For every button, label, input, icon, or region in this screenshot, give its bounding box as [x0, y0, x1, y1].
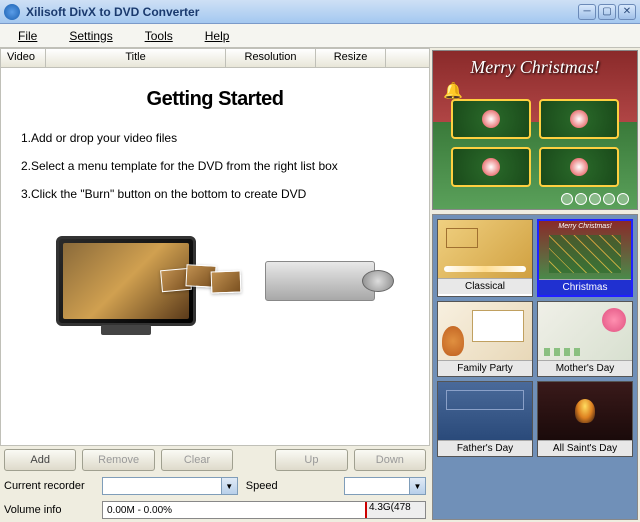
template-preview: Merry Christmas! 🔔	[432, 50, 638, 210]
step-3: 3.Click the "Burn" button on the bottom …	[21, 187, 409, 201]
getting-started-heading: Getting Started	[21, 88, 409, 111]
volume-row: Volume info 0.00M - 0.00% 4.3G(478	[0, 498, 430, 522]
up-button[interactable]: Up	[275, 449, 347, 471]
speed-combo[interactable]: ▼	[344, 477, 426, 495]
chevron-down-icon[interactable]: ▼	[409, 478, 425, 494]
volume-capacity-marker: 4.3G(478	[365, 502, 425, 518]
right-panel: Merry Christmas! 🔔 Classical	[430, 48, 640, 522]
preview-slot[interactable]	[539, 147, 619, 187]
preview-banner: Merry Christmas!	[441, 57, 629, 78]
step-1: 1.Add or drop your video files	[21, 131, 409, 145]
menu-file[interactable]: File	[8, 27, 47, 45]
clear-button[interactable]: Clear	[161, 449, 233, 471]
template-classical[interactable]: Classical	[437, 219, 533, 297]
recorder-row: Current recorder ▼ Speed ▼	[0, 474, 430, 498]
template-christmas[interactable]: Christmas	[537, 219, 633, 297]
nav-dot[interactable]	[603, 193, 615, 205]
template-label: Family Party	[438, 360, 532, 376]
recorder-label: Current recorder	[4, 480, 98, 492]
template-label: All Saint's Day	[538, 440, 632, 456]
col-resize[interactable]: Resize	[316, 49, 386, 67]
preview-nav	[561, 193, 629, 205]
titlebar: Xilisoft DivX to DVD Converter ─ ▢ ✕	[0, 0, 640, 24]
recorder-combo[interactable]: ▼	[102, 477, 238, 495]
menu-tools[interactable]: Tools	[135, 27, 183, 45]
preview-slot[interactable]	[451, 147, 531, 187]
nav-dot[interactable]	[589, 193, 601, 205]
file-list-header: Video Title Resolution Resize	[0, 48, 430, 68]
chevron-down-icon[interactable]: ▼	[221, 478, 237, 494]
step-2: 2.Select a menu template for the DVD fro…	[21, 159, 409, 173]
template-list[interactable]: Classical Christmas Family Party Mother'…	[432, 214, 638, 520]
down-button[interactable]: Down	[354, 449, 426, 471]
template-label: Mother's Day	[538, 360, 632, 376]
template-label: Christmas	[539, 279, 631, 295]
dvd-player-graphic	[265, 261, 375, 301]
remove-button[interactable]: Remove	[82, 449, 154, 471]
template-label: Classical	[438, 278, 532, 294]
speed-label: Speed	[246, 480, 340, 492]
maximize-button[interactable]: ▢	[598, 4, 616, 20]
menubar: File Settings Tools Help	[0, 24, 640, 48]
menu-help[interactable]: Help	[195, 27, 240, 45]
file-list-area[interactable]: Getting Started 1.Add or drop your video…	[0, 68, 430, 446]
template-all-saints-day[interactable]: All Saint's Day	[537, 381, 633, 457]
nav-dot[interactable]	[561, 193, 573, 205]
col-resolution[interactable]: Resolution	[226, 49, 316, 67]
flow-graphic	[161, 261, 261, 301]
add-button[interactable]: Add	[4, 449, 76, 471]
col-title[interactable]: Title	[46, 49, 226, 67]
window-title: Xilisoft DivX to DVD Converter	[26, 5, 576, 19]
button-row: Add Remove Clear Up Down	[0, 446, 430, 474]
preview-slot[interactable]	[451, 99, 531, 139]
template-label: Father's Day	[438, 440, 532, 456]
volume-label: Volume info	[4, 504, 98, 516]
template-fathers-day[interactable]: Father's Day	[437, 381, 533, 457]
bells-icon: 🔔	[443, 81, 463, 101]
nav-dot[interactable]	[575, 193, 587, 205]
menu-settings[interactable]: Settings	[59, 27, 122, 45]
volume-bar: 0.00M - 0.00% 4.3G(478	[102, 501, 426, 519]
close-button[interactable]: ✕	[618, 4, 636, 20]
left-panel: Video Title Resolution Resize Getting St…	[0, 48, 430, 522]
illustration	[21, 221, 409, 341]
nav-dot[interactable]	[617, 193, 629, 205]
app-icon	[4, 4, 20, 20]
volume-used-text: 0.00M - 0.00%	[107, 505, 172, 516]
minimize-button[interactable]: ─	[578, 4, 596, 20]
template-mothers-day[interactable]: Mother's Day	[537, 301, 633, 377]
template-family-party[interactable]: Family Party	[437, 301, 533, 377]
preview-slot[interactable]	[539, 99, 619, 139]
col-video[interactable]: Video	[1, 49, 46, 67]
